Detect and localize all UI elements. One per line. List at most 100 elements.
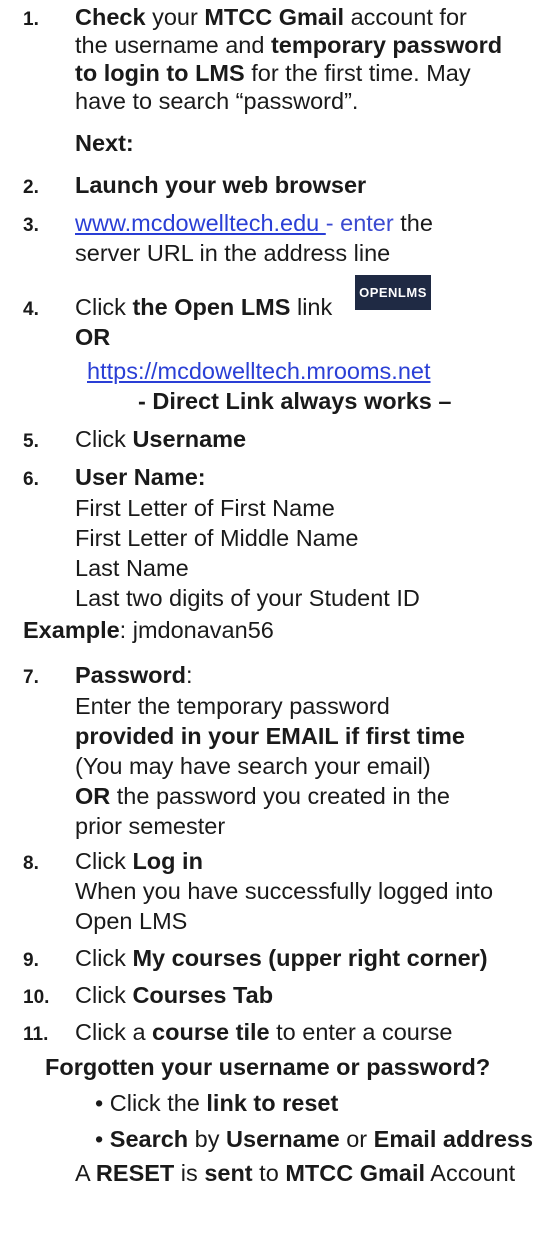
or-label: OR [75,783,111,809]
bullet-icon: • [95,1126,110,1152]
forgot-text: Account [425,1160,516,1186]
openlms-button[interactable]: OPENLMS [355,275,431,310]
step-4-direct: - Direct Link always works – [138,386,451,416]
step-1-text: account for [344,4,467,30]
username-rule-2: First Letter of Middle Name [75,525,359,551]
username-rule-1: First Letter of First Name [75,495,335,521]
step-number: 2. [23,177,39,198]
mtcc-gmail: MTCC Gmail [285,1160,426,1186]
mcdowelltech-link[interactable]: www.mcdowelltech.edu [75,210,326,236]
forgot-text: A [75,1160,96,1186]
step-number: 5. [23,431,39,452]
mrooms-link[interactable]: https://mcdowelltech.mrooms.net [87,358,431,384]
step-7-password-label: Password [75,662,187,688]
step-1-line-3: to login to LMS for the first time. May [75,58,471,88]
direct-link-note: - Direct Link always works – [138,388,452,414]
username-rule-3: Last Name [75,555,189,581]
step-10-text: Click [75,982,133,1008]
step-3-text: server URL in the address line [75,240,391,266]
reset-link-text: link to reset [206,1090,339,1116]
step-9: 9. Click My courses (upper right corner) [23,943,488,976]
example: Example: jmdonavan56 [23,615,274,645]
step-10-courses-tab: Courses Tab [132,982,274,1008]
next-label-text: Next: [75,130,134,156]
step-7-line-5: prior semester [75,813,226,839]
step-10: 10. Click Courses Tab [23,980,273,1013]
step-8-line-1: When you have successfully logged into [75,878,494,904]
step-4-open-lms: the Open LMS [132,294,291,320]
step-3-line-2: server URL in the address line [75,238,390,268]
step-1-text: for the first time. May [244,60,471,86]
forgot-username: Username [226,1126,340,1152]
step-number: 9. [23,950,39,971]
forgot-bullet-1: • Click the link to reset [95,1088,338,1118]
step-6: 6. User Name: [23,462,206,495]
step-7-line-4: OR the password you created in the [75,781,450,811]
step-5-username: Username [132,426,247,452]
step-1-temp-password: temporary password [270,32,503,58]
step-7-line-2: provided in your EMAIL if first time [75,721,465,751]
step-3-text: the [393,210,433,236]
step-number: 6. [23,469,39,490]
forgot-text: is [174,1160,205,1186]
forgot-bullet-2: • Search by Username or Email address [95,1124,533,1154]
forgot-text: • Click the [95,1090,207,1116]
step-4-text: link [290,294,333,320]
step-2-text: Launch your web browser [75,172,367,198]
step-8-login: Log in [132,848,203,874]
step-11-text: Click a [75,1019,153,1045]
step-number: 11. [23,1024,49,1045]
step-number: 4. [23,299,39,320]
step-number: 3. [23,215,39,236]
step-4-url: https://mcdowelltech.mrooms.net [87,356,431,386]
forgot-text: to [252,1160,286,1186]
step-1-text: your [145,4,205,30]
forgot-heading: Forgotten your username or password? [45,1052,490,1082]
step-5: 5. Click Username [23,424,246,457]
step-3: 3. www.mcdowelltech.edu - enter the [23,208,433,241]
step-number: 7. [23,667,39,688]
step-1-line-2: the username and temporary password [75,30,502,60]
forgot-text: or [339,1126,374,1152]
step-11: 11. Click a course tile to enter a course [23,1017,452,1050]
or-label: OR [75,324,111,350]
step-1-login-lms: to login to LMS [75,60,245,86]
step-7-line-1: Enter the temporary password [75,693,390,719]
example-label: Example [23,617,120,643]
reset-word: RESET [95,1160,175,1186]
step-4: 4. Click the Open LMS link [23,292,332,325]
forgot-reset-note: A RESET is sent to MTCC Gmail Account [75,1158,515,1188]
next-label: Next: [75,128,134,158]
step-7: 7. Password: [23,660,193,693]
username-rule-4: Last two digits of your Student ID [75,585,420,611]
step-7-email-note: provided in your EMAIL if first time [75,723,465,749]
step-9-text: Click [75,945,133,971]
step-1-line-4: have to search “password”. [75,86,358,116]
step-7-text: the password you created in the [110,783,450,809]
forgot-heading-text: Forgotten your username or password? [45,1054,491,1080]
step-1-text: the username and [75,32,271,58]
step-8-text: Click [75,848,133,874]
step-1-gmail: MTCC Gmail [204,4,345,30]
step-7-colon: : [186,662,193,688]
step-5-text: Click [75,426,133,452]
instructions-page: 1. Check your MTCC Gmail account for the … [0,0,550,1247]
step-number: 8. [23,853,39,874]
forgot-search: Search [109,1126,189,1152]
step-11-text: to enter a course [269,1019,453,1045]
step-8: 8. Click Log in [23,846,203,879]
forgot-email: Email address [373,1126,534,1152]
step-4-or: OR [75,322,110,352]
step-11-course-tile: course tile [152,1019,270,1045]
step-9-my-courses: My courses (upper right corner) [132,945,488,971]
step-1-check: Check [75,4,146,30]
step-8-line-2: Open LMS [75,908,188,934]
step-3-text: - enter [325,210,394,236]
step-2: 2. Launch your web browser [23,170,366,203]
step-6-username-label: User Name: [75,464,206,490]
step-number: 1. [23,9,39,30]
step-number: 10. [23,987,50,1008]
sent-word: sent [204,1160,253,1186]
example-value: : jmdonavan56 [119,617,274,643]
step-4-text: Click [75,294,133,320]
